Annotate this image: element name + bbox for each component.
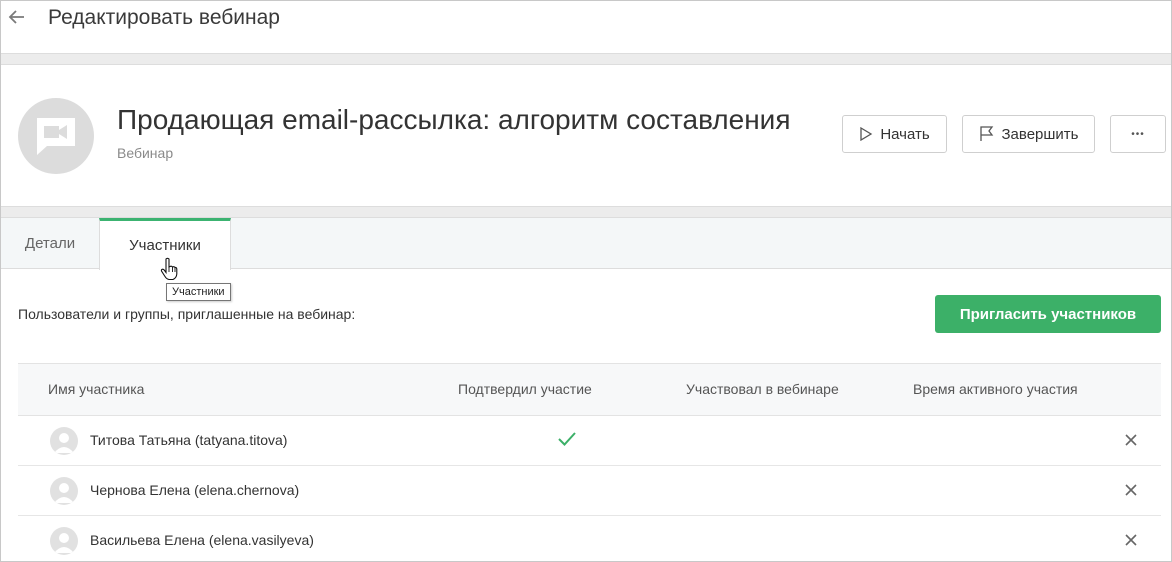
column-header-confirmed: Подтвердил участие [458,381,592,397]
start-button[interactable]: Начать [842,115,947,153]
column-header-active-time: Время активного участия [913,381,1078,397]
webinar-edit-window: Редактировать вебинар Продающая email-ра… [0,0,1172,562]
flag-icon [979,126,993,141]
more-button[interactable]: ••• [1110,115,1166,153]
divider-band [1,206,1171,218]
table-header: Имя участника Подтвердил участие Участво… [18,363,1161,416]
finish-button-label: Завершить [1001,125,1079,143]
webinar-title: Продающая email-рассылка: алгоритм соста… [117,104,791,135]
top-bar: Редактировать вебинар [1,1,1171,53]
invite-participants-button[interactable]: Пригласить участников [935,295,1161,333]
table-row: Васильева Елена (elena.vasilyeva) [18,516,1161,561]
column-header-name: Имя участника [48,381,145,397]
close-icon[interactable] [1124,483,1138,502]
participant-name: Чернова Елена (elena.chernova) [90,482,300,498]
table-row: Чернова Елена (elena.chernova) [18,466,1161,516]
webinar-type: Вебинар [117,145,174,161]
user-avatar-icon [50,427,78,455]
webinar-avatar [18,98,94,174]
column-header-attended: Участвовал в вебинаре [686,381,839,397]
participant-name: Титова Татьяна (tatyana.titova) [90,432,288,448]
participants-description: Пользователи и группы, приглашенные на в… [18,306,356,322]
play-icon [860,127,873,141]
close-icon[interactable] [1124,533,1138,552]
finish-button[interactable]: Завершить [962,115,1095,153]
hand-cursor-icon [160,257,178,286]
start-button-label: Начать [880,125,930,143]
participant-name: Васильева Елена (elena.vasilyeva) [90,532,314,548]
tab-details[interactable]: Детали [1,218,99,269]
check-icon [558,431,576,452]
user-avatar-icon [50,527,78,555]
page-title: Редактировать вебинар [48,6,280,29]
user-avatar-icon [50,477,78,505]
close-icon[interactable] [1124,433,1138,452]
more-dots-icon: ••• [1131,128,1145,140]
video-chat-icon [37,118,75,155]
arrow-left-icon[interactable] [7,7,27,27]
tooltip: Участники [166,283,231,301]
divider-band [1,53,1171,65]
webinar-card: Продающая email-рассылка: алгоритм соста… [1,65,1171,206]
table-row: Титова Татьяна (tatyana.titova) [18,416,1161,466]
